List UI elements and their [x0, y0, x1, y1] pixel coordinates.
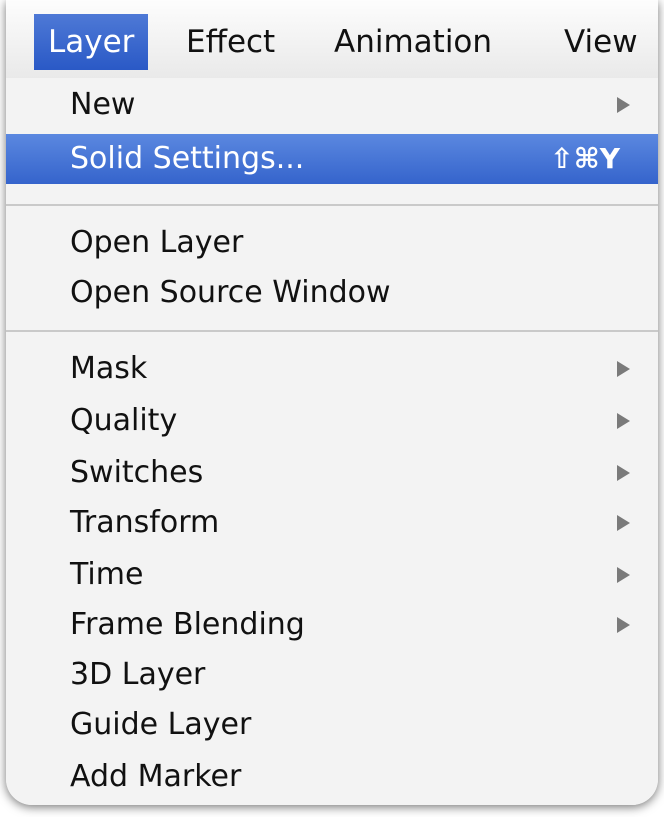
menu-item-open-layer[interactable]: Open Layer [6, 218, 658, 268]
menu-item-label: Quality [70, 403, 178, 438]
menu-item-3d-layer[interactable]: 3D Layer [6, 650, 658, 700]
menubar-view[interactable]: View [550, 14, 652, 70]
menu-item-add-marker[interactable]: Add Marker [6, 752, 658, 802]
menu-item-guide-layer[interactable]: Guide Layer [6, 700, 658, 750]
menu-item-quality[interactable]: Quality [6, 396, 658, 446]
submenu-arrow-icon [617, 515, 630, 531]
menu-item-label: Open Layer [70, 225, 244, 260]
menu-item-solid-settings[interactable]: Solid Settings... ⇧⌘Y [6, 134, 658, 184]
menubar-effect[interactable]: Effect [172, 14, 289, 70]
submenu-arrow-icon [617, 97, 630, 113]
menu-separator [6, 330, 658, 332]
menu-bar: Layer Effect Animation View [6, 0, 658, 79]
menu-item-label: Add Marker [70, 759, 242, 794]
menu-item-time[interactable]: Time [6, 550, 658, 600]
menu-item-frame-blending[interactable]: Frame Blending [6, 600, 658, 650]
menu-item-label: Frame Blending [70, 607, 305, 642]
menu-item-switches[interactable]: Switches [6, 448, 658, 498]
submenu-arrow-icon [617, 617, 630, 633]
menu-item-label: 3D Layer [70, 657, 206, 692]
menu-item-label: Time [70, 557, 144, 592]
submenu-arrow-icon [617, 413, 630, 429]
menu-item-new[interactable]: New [6, 80, 658, 130]
menu-item-label: Solid Settings... [70, 141, 305, 176]
keyboard-shortcut: ⇧⌘Y [550, 142, 620, 175]
submenu-arrow-icon [617, 361, 630, 377]
submenu-arrow-icon [617, 465, 630, 481]
menubar-animation[interactable]: Animation [320, 14, 506, 70]
layer-menu-dropdown: New Solid Settings... ⇧⌘Y Open Layer Ope… [6, 78, 658, 805]
menu-item-transform[interactable]: Transform [6, 498, 658, 548]
menubar-layer[interactable]: Layer [34, 14, 149, 70]
menu-separator [6, 204, 658, 206]
menu-item-label: Transform [70, 505, 220, 540]
menu-item-label: Guide Layer [70, 707, 252, 742]
menu-item-label: New [70, 87, 136, 122]
menu-item-open-source-window[interactable]: Open Source Window [6, 268, 658, 318]
menu-item-label: Open Source Window [70, 275, 391, 310]
submenu-arrow-icon [617, 567, 630, 583]
menu-item-mask[interactable]: Mask [6, 344, 658, 394]
menu-item-label: Switches [70, 455, 204, 490]
screenshot-frame: Layer Effect Animation View New Solid Se… [6, 0, 658, 805]
menu-item-label: Mask [70, 351, 148, 386]
